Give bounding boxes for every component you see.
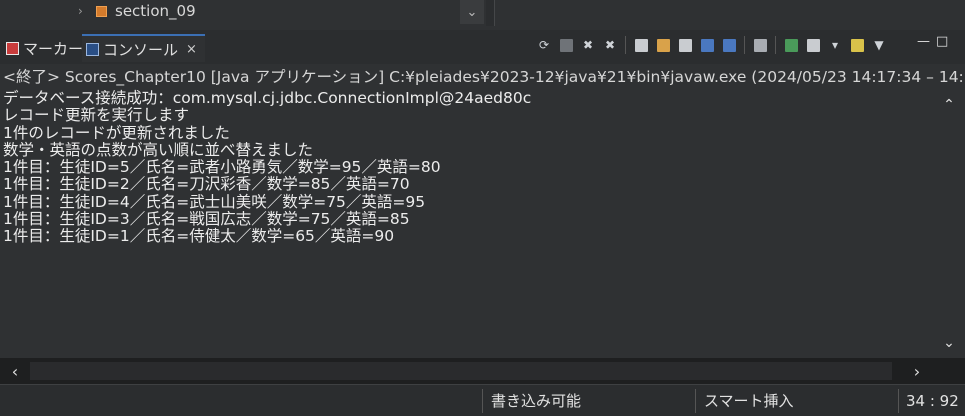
insert-mode-status[interactable]: スマート挿入 (704, 385, 794, 416)
status-divider (482, 389, 483, 413)
console-line: 数学・英語の点数が高い順に並べ替えました (3, 140, 314, 159)
terminate-icon[interactable] (557, 36, 575, 54)
console-line: 1件目：生徒ID=1／氏名=侍健太／数学=65／英語=90 (3, 227, 395, 246)
toolbar-separator (744, 36, 745, 54)
show-on-stderr-icon[interactable] (720, 36, 738, 54)
close-icon[interactable]: × (186, 42, 197, 57)
scroll-left-icon[interactable]: ‹ (6, 362, 24, 381)
word-wrap-icon[interactable] (676, 36, 694, 54)
clear-console-icon[interactable] (632, 36, 650, 54)
console-line: 1件目：生徒ID=4／氏名=武士山美咲／数学=75／英語=95 (3, 192, 426, 211)
scroll-right-icon[interactable]: › (908, 362, 926, 381)
remove-launch-icon[interactable]: ✖ (579, 36, 597, 54)
cursor-position: 34 : 92 (906, 391, 959, 410)
chevron-down-icon[interactable]: ▾ (826, 36, 844, 54)
tab-markers[interactable]: マーカー (2, 34, 87, 62)
tab-console[interactable]: コンソール × (82, 34, 205, 62)
horizontal-scroll-thumb[interactable] (30, 362, 892, 380)
pin-console-icon[interactable] (751, 36, 769, 54)
console-line: データベース接続成功：com.mysql.cj.jdbc.ConnectionI… (3, 89, 532, 107)
console-line: 1件目：生徒ID=5／氏名=武者小路勇気／数学=95／英語=80 (3, 158, 441, 177)
scroll-lock-icon[interactable] (654, 36, 672, 54)
horizontal-scrollbar[interactable]: ‹ › (0, 358, 965, 384)
chevron-right-icon[interactable]: › (78, 4, 88, 18)
console-toolbar: ⟳ ✖ ✖ ▾ ▼ (535, 34, 888, 56)
tab-markers-label: マーカー (23, 39, 84, 58)
relaunch-icon[interactable]: ⟳ (535, 36, 553, 54)
tab-console-label: コンソール (103, 40, 179, 59)
maximize-icon[interactable]: □ (936, 34, 948, 49)
console-line: 1件目：生徒ID=2／氏名=刀沢彩香／数学=85／英語=70 (3, 175, 410, 194)
view-menu-icon[interactable]: ▼ (870, 36, 888, 54)
package-icon (96, 5, 107, 17)
console-output[interactable]: データベース接続成功：com.mysql.cj.jdbc.ConnectionI… (0, 89, 932, 358)
scroll-down-icon[interactable]: ⌄ (940, 334, 958, 352)
vertical-scrollbar[interactable]: ⌃ ⌄ (932, 90, 965, 358)
status-divider (898, 389, 899, 413)
console-process-header: <終了> Scores_Chapter10 [Java アプリケーション] C:… (0, 64, 965, 90)
scroll-down-button[interactable]: ⌄ (460, 0, 484, 24)
console-icon (86, 42, 99, 56)
open-console-icon[interactable] (804, 36, 822, 54)
tree-item-label: section_09 (115, 2, 196, 20)
console-line: 1件目：生徒ID=3／氏名=戦国広志／数学=75／英語=85 (3, 210, 410, 229)
tree-item-section[interactable]: › section_09 (78, 0, 196, 22)
new-console-icon[interactable] (848, 36, 866, 54)
display-selected-console-icon[interactable] (782, 36, 800, 54)
scroll-up-icon[interactable]: ⌃ (940, 96, 958, 114)
writable-status: 書き込み可能 (491, 392, 582, 410)
toolbar-separator (775, 36, 776, 54)
show-on-stdout-icon[interactable] (698, 36, 716, 54)
console-line: 1件のレコードが更新されました (3, 123, 230, 142)
package-explorer-tree: › section_09 ⌄ (0, 0, 965, 26)
toolbar-separator (625, 36, 626, 54)
status-bar: 書き込み可能 スマート挿入 34 : 92 (0, 384, 965, 416)
minimize-icon[interactable]: — (917, 34, 930, 49)
right-pane (494, 0, 965, 26)
status-divider (695, 389, 696, 413)
tree-left-pane: › section_09 ⌄ (0, 0, 486, 26)
console-line: レコード更新を実行します (3, 106, 190, 125)
markers-icon (6, 41, 19, 55)
remove-all-terminated-icon[interactable]: ✖ (601, 36, 619, 54)
